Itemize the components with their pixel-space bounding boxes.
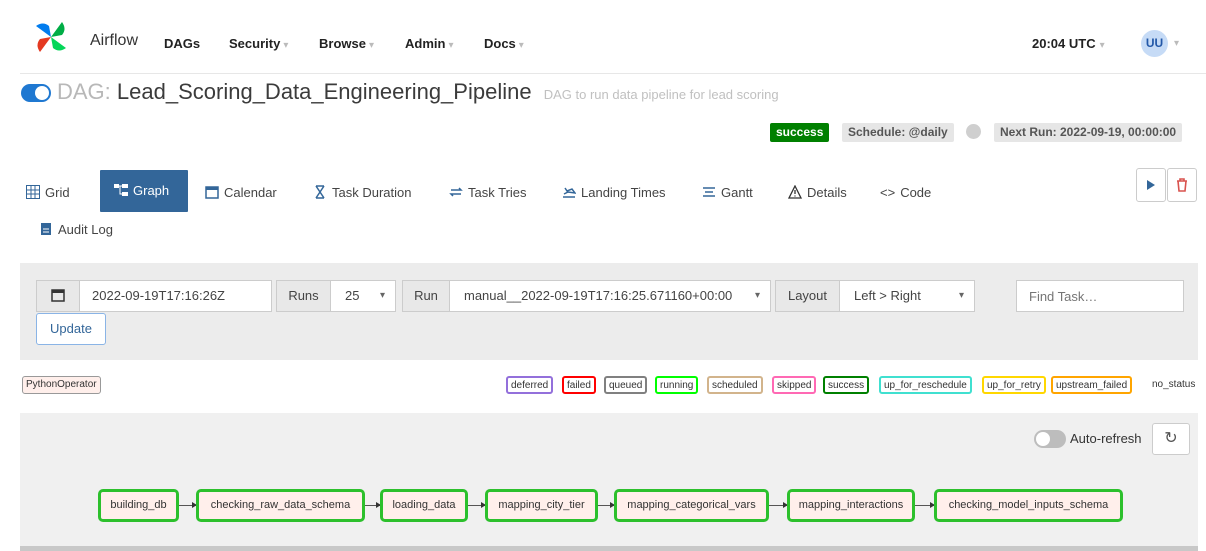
grid-icon bbox=[26, 185, 40, 199]
state-legend-queued[interactable]: queued bbox=[604, 376, 648, 394]
toggle-knob bbox=[1036, 432, 1050, 446]
state-legend-skipped[interactable]: skipped bbox=[772, 376, 817, 394]
task-node-checking-model-inputs-schema[interactable]: checking_model_inputs_schema bbox=[934, 489, 1123, 522]
edge-arrow bbox=[179, 502, 197, 508]
filter-panel: 2022-09-19T17:16:26Z Runs 25 ▾ Run manual… bbox=[20, 263, 1198, 360]
task-node-checking-raw-data-schema[interactable]: checking_raw_data_schema bbox=[196, 489, 365, 522]
chevron-down-icon: ▾ bbox=[283, 40, 289, 51]
find-task-input[interactable] bbox=[1016, 280, 1184, 312]
landing-icon bbox=[563, 187, 576, 198]
edge-arrow bbox=[769, 502, 788, 508]
user-avatar[interactable]: UU bbox=[1141, 30, 1168, 57]
chevron-down-icon[interactable]: ▾ bbox=[1174, 38, 1179, 49]
run-select[interactable]: manual__2022-09-19T17:16:25.671160+00:00… bbox=[449, 280, 771, 312]
nav-security[interactable]: Security ▾ bbox=[229, 36, 288, 51]
chevron-down-icon: ▾ bbox=[448, 40, 454, 51]
update-button[interactable]: Update bbox=[36, 313, 106, 345]
dag-description: DAG to run data pipeline for lead scorin… bbox=[543, 87, 779, 102]
delete-dag-button[interactable] bbox=[1167, 168, 1197, 202]
code-icon: <> bbox=[880, 185, 896, 200]
graph-icon bbox=[114, 184, 128, 196]
edge-arrow bbox=[468, 502, 486, 508]
state-legend-upstream-failed[interactable]: upstream_failed bbox=[1051, 376, 1133, 394]
hourglass-icon bbox=[315, 185, 325, 199]
dag-prefix: DAG: bbox=[57, 79, 111, 104]
chevron-down-icon: ▾ bbox=[368, 40, 374, 51]
warning-triangle-icon bbox=[788, 185, 802, 199]
state-legend-up-for-reschedule[interactable]: up_for_reschedule bbox=[879, 376, 972, 394]
auto-refresh-toggle[interactable] bbox=[1034, 430, 1066, 448]
tab-task-duration[interactable]: Task Duration bbox=[313, 175, 411, 211]
audit-log-icon bbox=[41, 223, 51, 235]
tab-landing-times[interactable]: Landing Times bbox=[562, 175, 666, 211]
edge-arrow bbox=[915, 502, 935, 508]
next-run-badge: Next Run: 2022-09-19, 00:00:00 bbox=[994, 123, 1183, 142]
tab-task-tries[interactable]: Task Tries bbox=[449, 175, 527, 211]
runs-select[interactable]: 25 ▾ bbox=[330, 280, 396, 312]
nav-docs[interactable]: Docs ▾ bbox=[484, 36, 524, 51]
info-icon[interactable] bbox=[966, 124, 981, 139]
chevron-down-icon: ▾ bbox=[754, 290, 760, 301]
brand-name[interactable]: Airflow bbox=[90, 32, 138, 50]
chevron-down-icon: ▾ bbox=[958, 290, 964, 301]
tab-calendar[interactable]: Calendar bbox=[205, 175, 277, 211]
state-legend-deferred[interactable]: deferred bbox=[506, 376, 554, 394]
calendar-icon bbox=[205, 186, 219, 199]
task-node-loading-data[interactable]: loading_data bbox=[380, 489, 468, 522]
runs-label: Runs bbox=[276, 280, 331, 312]
operator-legend-chip[interactable]: PythonOperator bbox=[22, 376, 101, 394]
run-label: Run bbox=[402, 280, 450, 312]
calendar-addon[interactable] bbox=[36, 280, 80, 312]
state-legend-failed[interactable]: failed bbox=[562, 376, 596, 394]
chevron-down-icon: ▾ bbox=[1099, 40, 1105, 51]
utc-clock[interactable]: 20:04 UTC ▾ bbox=[1032, 36, 1105, 51]
chevron-down-icon: ▾ bbox=[518, 40, 524, 51]
dag-pause-toggle[interactable] bbox=[21, 84, 51, 102]
tab-details[interactable]: Details bbox=[788, 175, 847, 211]
page-title: DAG: Lead_Scoring_Data_Engineering_Pipel… bbox=[57, 79, 779, 105]
gantt-icon bbox=[703, 187, 715, 197]
trash-icon bbox=[1177, 178, 1187, 192]
state-legend-no-status[interactable]: no_status bbox=[1152, 379, 1195, 390]
nav-admin[interactable]: Admin ▾ bbox=[405, 36, 453, 51]
horizontal-scrollbar[interactable] bbox=[20, 546, 1198, 551]
chevron-down-icon: ▾ bbox=[379, 290, 385, 301]
dag-id: Lead_Scoring_Data_Engineering_Pipeline bbox=[116, 79, 532, 104]
state-legend-running[interactable]: running bbox=[655, 376, 699, 394]
calendar-icon bbox=[51, 289, 65, 302]
top-navbar: Airflow DAGs Security ▾ Browse ▾ Admin ▾ Do… bbox=[20, 8, 1206, 74]
play-icon bbox=[1147, 180, 1155, 190]
state-legend-scheduled[interactable]: scheduled bbox=[707, 376, 763, 394]
state-legend-success[interactable]: success bbox=[823, 376, 870, 394]
refresh-button[interactable]: ↻ bbox=[1152, 423, 1190, 455]
dag-graph-canvas[interactable]: Auto-refresh ↻ building_db checking_raw_… bbox=[20, 413, 1198, 551]
edge-arrow bbox=[598, 502, 615, 508]
auto-refresh-label: Auto-refresh bbox=[1070, 431, 1142, 446]
layout-label: Layout bbox=[775, 280, 840, 312]
tab-graph[interactable]: Graph bbox=[100, 170, 188, 212]
retry-icon bbox=[449, 187, 463, 197]
edge-arrow bbox=[365, 502, 381, 508]
task-node-mapping-interactions[interactable]: mapping_interactions bbox=[787, 489, 915, 522]
layout-select[interactable]: Left > Right ▾ bbox=[839, 280, 975, 312]
tab-gantt[interactable]: Gantt bbox=[702, 175, 753, 211]
task-node-building-db[interactable]: building_db bbox=[98, 489, 179, 522]
airflow-logo-icon[interactable] bbox=[34, 20, 68, 54]
task-node-mapping-categorical-vars[interactable]: mapping_categorical_vars bbox=[614, 489, 769, 522]
toggle-knob bbox=[35, 86, 49, 100]
trigger-dag-button[interactable] bbox=[1136, 168, 1166, 202]
task-node-mapping-city-tier[interactable]: mapping_city_tier bbox=[485, 489, 598, 522]
tab-grid[interactable]: Grid bbox=[26, 175, 70, 211]
nav-browse[interactable]: Browse ▾ bbox=[319, 36, 374, 51]
state-legend-up-for-retry[interactable]: up_for_retry bbox=[982, 376, 1046, 394]
tab-audit-log[interactable]: Audit Log bbox=[39, 212, 113, 248]
refresh-icon: ↻ bbox=[1164, 430, 1178, 447]
tab-code[interactable]: <> Code bbox=[880, 175, 931, 211]
status-badge: success bbox=[770, 123, 830, 142]
schedule-badge: Schedule: @daily bbox=[842, 123, 954, 142]
base-date-input[interactable]: 2022-09-19T17:16:26Z bbox=[79, 280, 272, 312]
nav-dags[interactable]: DAGs bbox=[164, 36, 200, 51]
